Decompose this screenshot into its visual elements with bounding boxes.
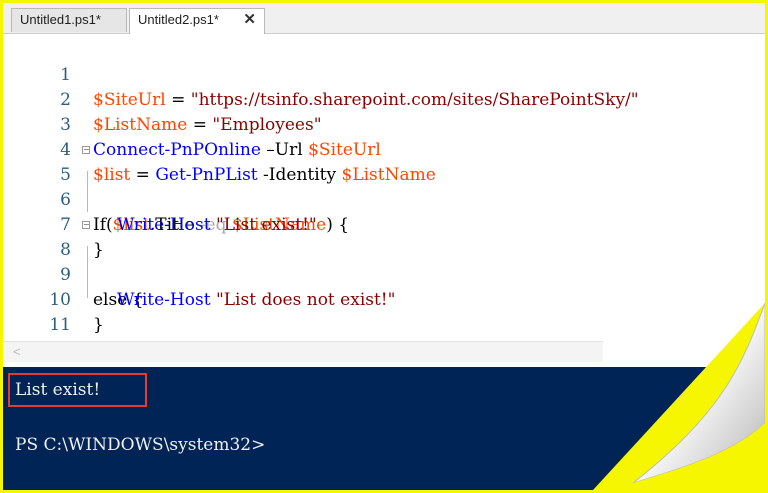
code-line-7: 7 }	[3, 188, 765, 260]
tab-untitled1[interactable]: Untitled1.ps1*	[11, 8, 127, 32]
code-line-5: 5 − If($list.Title -eq $ListName) {	[3, 138, 765, 236]
line-number: 11	[49, 315, 71, 335]
powershell-ise-window: Untitled1.ps1* Untitled2.ps1* ✕ 1 $SiteU…	[3, 3, 765, 490]
script-tab-bar: Untitled1.ps1* Untitled2.ps1* ✕	[3, 3, 765, 34]
scroll-left-icon[interactable]: <	[13, 344, 21, 359]
brace-token: }	[93, 315, 104, 335]
code-line-8: 8 − else {	[3, 213, 765, 311]
tab-label: Untitled1.ps1*	[20, 12, 101, 27]
collapse-toggle-icon[interactable]: −	[82, 221, 90, 229]
horizontal-scrollbar[interactable]: <	[3, 341, 603, 362]
tab-untitled2[interactable]: Untitled2.ps1* ✕	[129, 8, 265, 34]
tab-label: Untitled2.ps1*	[138, 12, 219, 27]
close-icon[interactable]: ✕	[243, 9, 256, 31]
console-output: List exist!	[15, 380, 101, 400]
code-line-2: 2 $ListName = "Employees"	[3, 63, 765, 135]
code-line-10: 10 }	[3, 263, 765, 335]
code-line-6: 6 Write-Host "List exist!"	[3, 163, 765, 235]
code-line-1: 1 $SiteUrl = "https://tsinfo.sharepoint.…	[3, 38, 765, 110]
script-editor[interactable]: 1 $SiteUrl = "https://tsinfo.sharepoint.…	[3, 34, 765, 338]
code-line-9: 9 Write-Host "List does not exist!"	[3, 238, 765, 310]
collapse-toggle-icon[interactable]: −	[82, 146, 90, 154]
page-curl-decoration	[593, 303, 765, 490]
console-prompt: PS C:\WINDOWS\system32>	[15, 435, 266, 455]
code-line-3: 3 Connect-PnPOnline –Url $SiteUrl	[3, 88, 765, 160]
code-line-4: 4 $list = Get-PnPList -Identity $ListNam…	[3, 113, 765, 185]
